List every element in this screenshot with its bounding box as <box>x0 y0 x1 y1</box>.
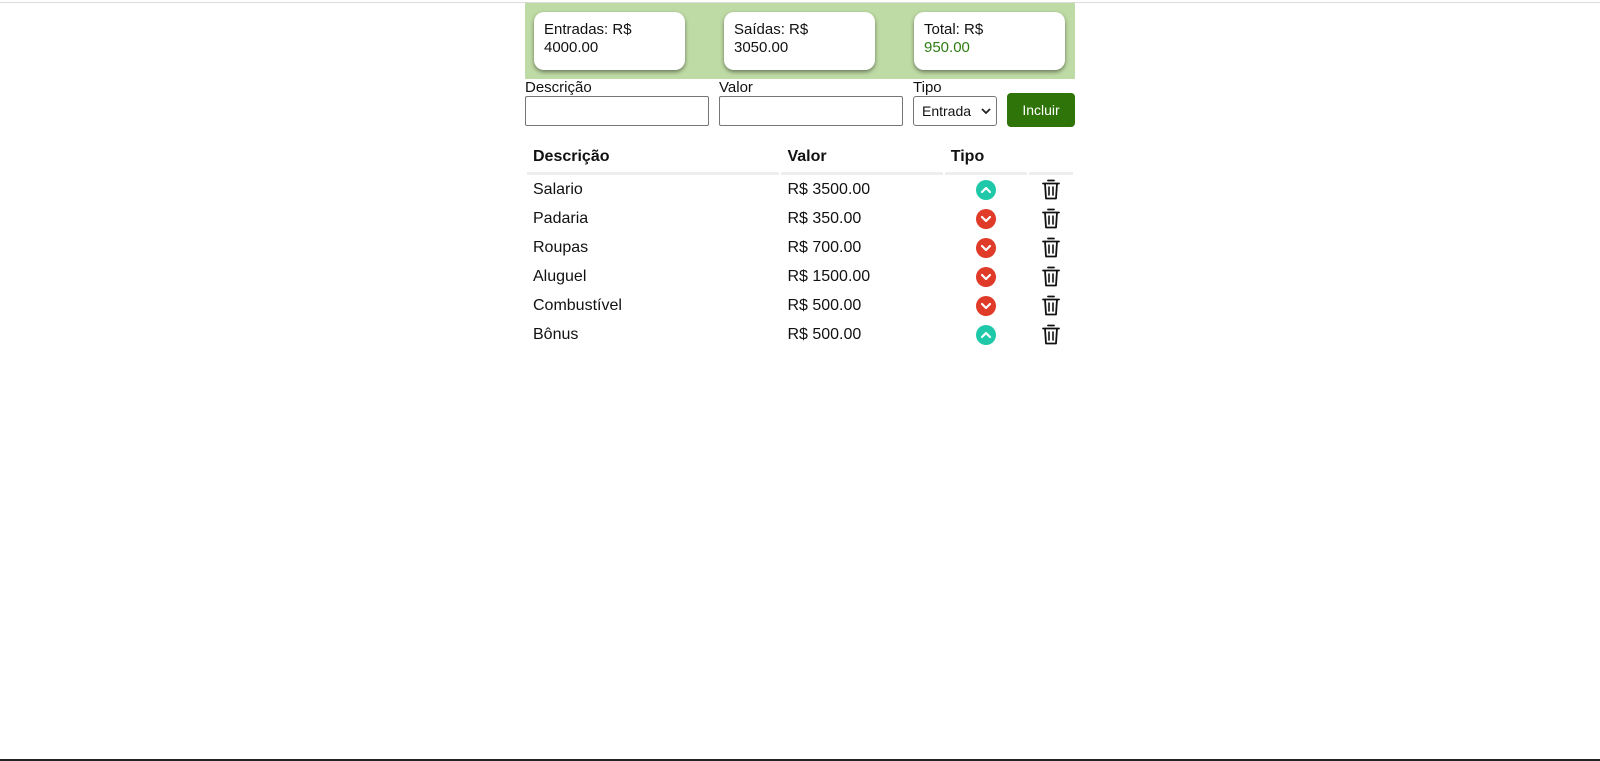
entry-form: Descrição Valor Tipo Entrada Incluir <box>525 79 1075 139</box>
row-delete[interactable] <box>1029 291 1073 320</box>
header-tipo: Tipo <box>944 141 1027 175</box>
table-header-row: Descrição Valor Tipo <box>527 141 1073 175</box>
row-delete[interactable] <box>1029 175 1073 204</box>
trash-icon[interactable] <box>1042 295 1060 316</box>
row-valor: R$ 500.00 <box>787 325 862 343</box>
table-row: Combustível R$ 500.00 <box>527 291 1073 320</box>
trash-icon[interactable] <box>1042 237 1060 258</box>
total-value: 950.00 <box>924 39 970 56</box>
finance-app: Entradas: R$ 4000.00 Saídas: R$ 3050.00 … <box>525 3 1075 345</box>
row-valor: R$ 500.00 <box>787 296 862 314</box>
tipo-selected-value: Entrada <box>922 103 972 119</box>
tipo-select[interactable]: Entrada <box>913 96 997 126</box>
table-row: Roupas R$ 700.00 <box>527 233 1073 262</box>
table-row: Bônus R$ 500.00 <box>527 320 1073 349</box>
chevron-up-circle-icon <box>975 179 996 200</box>
tipo-field: Tipo Entrada <box>913 79 997 126</box>
chevron-down-circle-icon <box>975 266 996 287</box>
total-card: Total: R$ 950.00 <box>914 12 1065 70</box>
row-tipo <box>945 262 1027 291</box>
total-label: Total: R$ <box>924 21 984 38</box>
saidas-card: Saídas: R$ 3050.00 <box>724 12 875 70</box>
valor-label: Valor <box>719 79 753 96</box>
valor-field: Valor <box>719 79 903 126</box>
trash-icon[interactable] <box>1042 324 1060 345</box>
header-valor: Valor <box>781 141 943 175</box>
descricao-field: Descrição <box>525 79 709 126</box>
row-delete[interactable] <box>1029 262 1073 291</box>
row-valor: R$ 700.00 <box>787 238 862 256</box>
header-descricao: Descrição <box>527 141 780 175</box>
row-tipo <box>945 204 1027 233</box>
trash-icon[interactable] <box>1042 266 1060 287</box>
row-descricao: Combustível <box>533 296 622 314</box>
trash-icon[interactable] <box>1042 179 1060 200</box>
valor-input[interactable] <box>719 96 903 126</box>
chevron-down-icon <box>981 108 991 115</box>
row-valor: R$ 350.00 <box>787 209 862 227</box>
descricao-label: Descrição <box>525 79 592 96</box>
chevron-down-circle-icon <box>975 208 996 229</box>
table-row: Aluguel R$ 1500.00 <box>527 262 1073 291</box>
trash-icon[interactable] <box>1042 208 1060 229</box>
row-delete[interactable] <box>1029 233 1073 262</box>
entradas-label: Entradas: R$ <box>544 21 632 38</box>
chevron-up-circle-icon <box>975 324 996 345</box>
row-delete[interactable] <box>1029 204 1073 233</box>
row-tipo <box>945 291 1027 320</box>
descricao-input[interactable] <box>525 96 709 126</box>
tipo-label: Tipo <box>913 79 942 96</box>
row-delete[interactable] <box>1029 320 1073 349</box>
chevron-down-circle-icon <box>975 295 996 316</box>
entradas-value: 4000.00 <box>544 39 599 56</box>
row-valor: R$ 3500.00 <box>787 180 871 198</box>
saidas-label: Saídas: R$ <box>734 21 809 38</box>
summary-bar: Entradas: R$ 4000.00 Saídas: R$ 3050.00 … <box>525 3 1075 79</box>
row-tipo <box>945 233 1027 262</box>
header-actions <box>1028 141 1073 175</box>
incluir-button[interactable]: Incluir <box>1007 93 1075 127</box>
table-row: Salario R$ 3500.00 <box>527 175 1073 204</box>
row-descricao: Roupas <box>533 238 589 256</box>
saidas-value: 3050.00 <box>734 39 789 56</box>
row-valor: R$ 1500.00 <box>787 267 871 285</box>
row-descricao: Bônus <box>533 325 579 343</box>
row-descricao: Salario <box>533 180 583 198</box>
table-row: Padaria R$ 350.00 <box>527 204 1073 233</box>
row-tipo <box>945 175 1027 204</box>
chevron-down-circle-icon <box>975 237 996 258</box>
row-tipo <box>945 320 1027 349</box>
row-descricao: Padaria <box>533 209 589 227</box>
transactions-table: Descrição Valor Tipo Salario R$ 3500.00 Pa… <box>525 141 1075 349</box>
row-descricao: Aluguel <box>533 267 587 285</box>
entradas-card: Entradas: R$ 4000.00 <box>534 12 685 70</box>
